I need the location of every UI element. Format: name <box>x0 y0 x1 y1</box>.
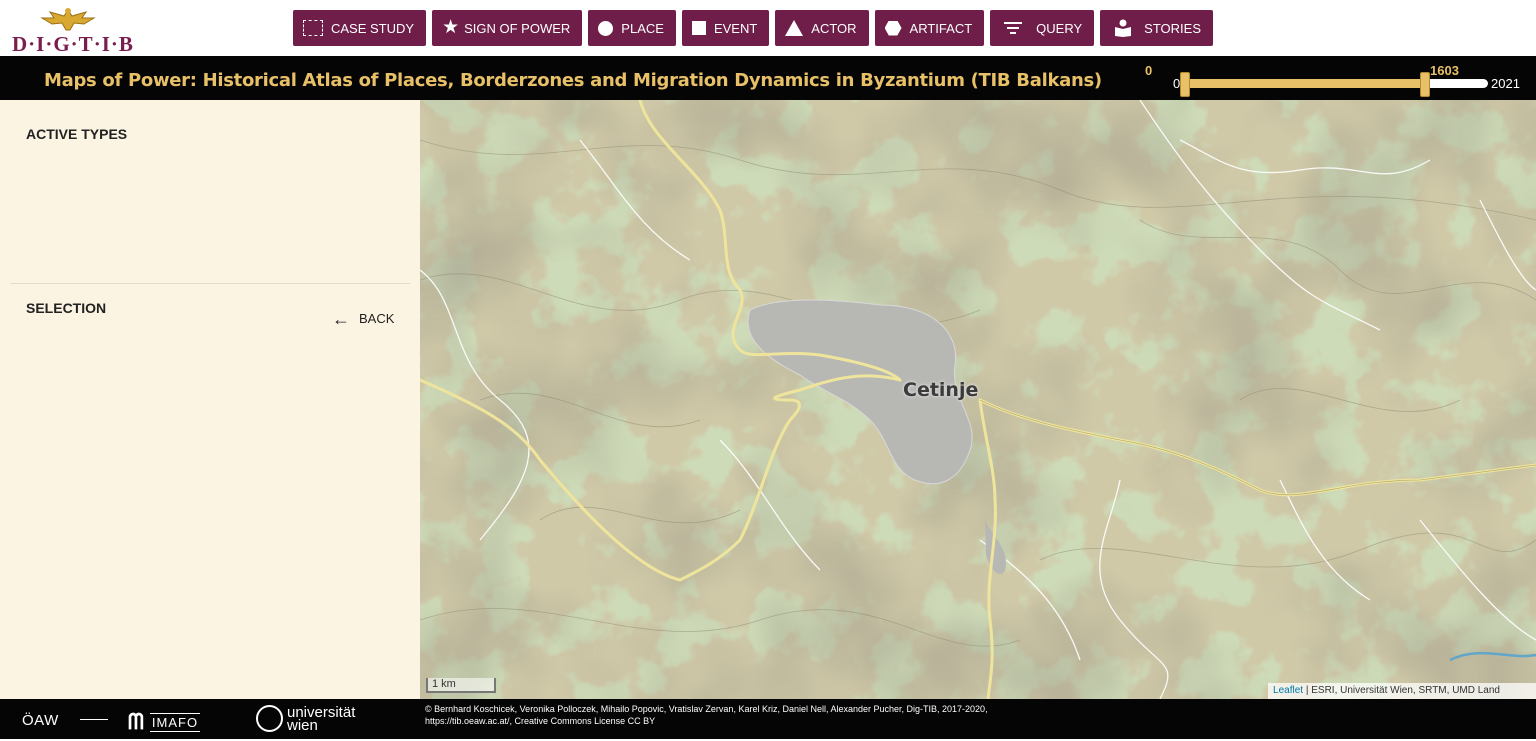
footer: ÖAW ᗰ IMAFO universität wien © Bernhard … <box>0 699 1536 739</box>
case-study-button[interactable]: CASE STUDY <box>293 10 427 46</box>
case-study-label: CASE STUDY <box>331 20 415 36</box>
title-bar: Maps of Power: Historical Atlas of Place… <box>0 56 1536 100</box>
oaw-logo[interactable]: ÖAW <box>22 712 108 729</box>
actor-label: ACTOR <box>811 20 857 36</box>
timeline-handle-min[interactable] <box>1180 72 1190 97</box>
type-navigation: CASE STUDY ★ SIGN OF POWER PLACE EVENT A… <box>293 10 1213 46</box>
sign-of-power-label: SIGN OF POWER <box>464 20 571 36</box>
hexagon-icon <box>884 20 902 36</box>
timeline-selected-max: 1603 <box>1430 63 1459 78</box>
credits-line-2[interactable]: https://tib.oeaw.ac.at/, Creative Common… <box>425 715 1025 727</box>
credits: © Bernhard Koschicek, Veronika Polloczek… <box>425 703 1025 727</box>
logo-text: D·I·G·T·I·B <box>12 32 134 56</box>
triangle-icon <box>785 20 804 36</box>
circle-icon <box>598 20 614 36</box>
digtib-logo[interactable]: D·I·G·T·I·B <box>12 6 134 56</box>
stories-button[interactable]: STORIES <box>1100 10 1213 46</box>
oaw-label: ÖAW <box>22 712 59 729</box>
sign-of-power-button[interactable]: ★ SIGN OF POWER <box>432 10 583 46</box>
map-attribution: Leaflet | ESRI, Universität Wien, SRTM, … <box>1268 683 1536 699</box>
imafo-label: IMAFO <box>149 712 201 732</box>
query-label: QUERY <box>1036 20 1083 36</box>
top-navigation: D·I·G·T·I·B CASE STUDY ★ SIGN OF POWER P… <box>0 0 1536 56</box>
artifact-button[interactable]: ARTIFACT <box>874 10 985 46</box>
selection-heading: SELECTION <box>26 300 107 316</box>
stories-label: STORIES <box>1144 20 1201 36</box>
eagle-emblem-icon <box>40 8 96 31</box>
arrow-left-icon: ← <box>332 308 350 329</box>
attribution-text: | ESRI, Universität Wien, SRTM, UMD Land <box>1303 685 1500 696</box>
actor-button[interactable]: ACTOR <box>775 10 869 46</box>
timeline-slider[interactable] <box>1182 79 1488 88</box>
leaflet-link[interactable]: Leaflet <box>1273 685 1303 696</box>
timeline-handle-max[interactable] <box>1419 72 1430 97</box>
query-button[interactable]: QUERY <box>990 10 1095 46</box>
univie-label: universität wien <box>287 703 356 734</box>
city-label: Cetinje <box>903 379 979 401</box>
map-view[interactable]: Cetinje 1 km Leaflet | ESRI, Universität… <box>420 100 1536 699</box>
case-study-icon <box>303 20 323 36</box>
book-reader-icon <box>1115 19 1132 37</box>
back-label: BACK <box>359 311 395 326</box>
timeline-selected-min: 0 <box>1145 63 1153 78</box>
imafo-logo[interactable]: ᗰ IMAFO <box>128 709 201 735</box>
place-label: PLACE <box>621 20 664 36</box>
univie-logo[interactable]: universität wien <box>256 703 356 734</box>
imafo-mark-icon: ᗰ <box>128 709 144 734</box>
sidebar-divider <box>10 283 410 284</box>
timeline-selected-range <box>1182 79 1425 88</box>
event-label: EVENT <box>713 20 758 36</box>
filter-icon <box>1004 22 1023 34</box>
active-types-heading: ACTIVE TYPES <box>26 126 128 142</box>
event-button[interactable]: EVENT <box>681 10 770 46</box>
place-button[interactable]: PLACE <box>588 10 676 46</box>
scale-bar: 1 km <box>426 678 496 693</box>
page-title: Maps of Power: Historical Atlas of Place… <box>44 70 1102 91</box>
sidebar: ACTIVE TYPES SELECTION ← BACK <box>0 100 420 699</box>
credits-line-1: © Bernhard Koschicek, Veronika Polloczek… <box>425 704 988 714</box>
artifact-label: ARTIFACT <box>909 20 973 36</box>
university-seal-icon <box>256 705 283 732</box>
back-button[interactable]: ← BACK <box>332 308 395 329</box>
star-icon: ★ <box>442 17 460 38</box>
square-icon <box>691 21 706 35</box>
timeline-range-max: 2021 <box>1491 76 1520 91</box>
